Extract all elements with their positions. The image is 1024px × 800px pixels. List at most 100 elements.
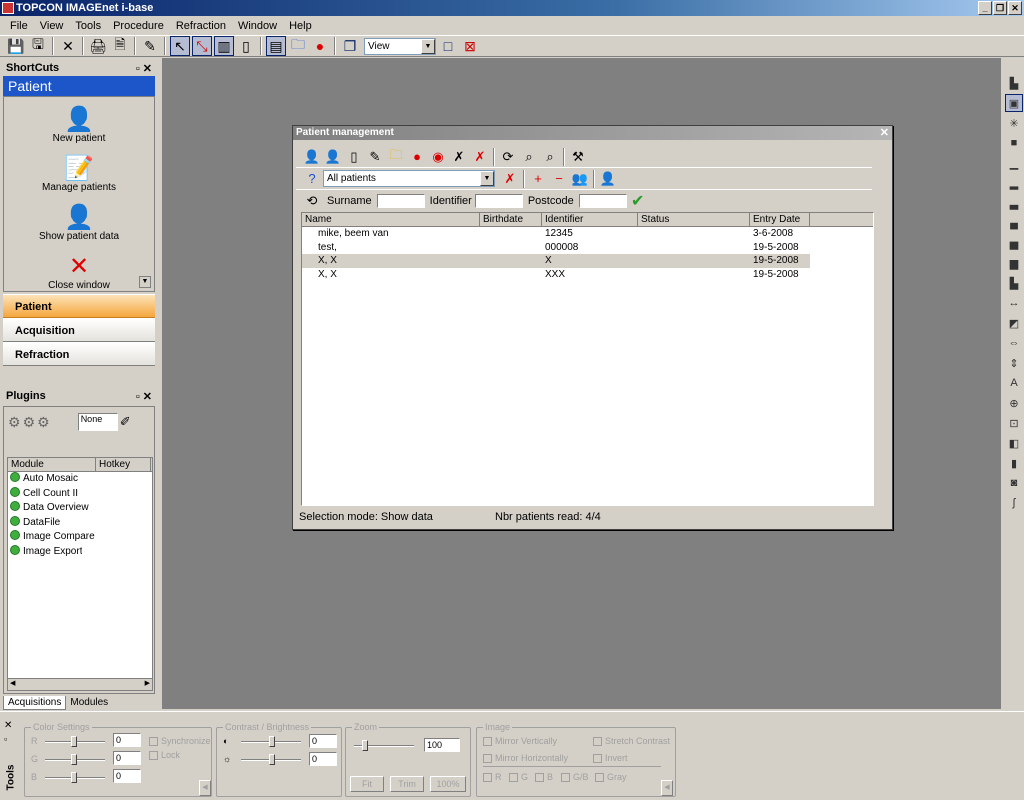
scroll-down-icon[interactable]: ▼ (139, 276, 151, 288)
patient-folder-icon[interactable]: 🗀 (288, 36, 308, 56)
compare-icon[interactable]: ◧ (1005, 434, 1023, 452)
delete-icon[interactable]: ✕ (58, 36, 78, 56)
window-single-icon[interactable]: □ (438, 36, 458, 56)
horizontal-arrows-icon[interactable]: ⇔ (1005, 334, 1023, 352)
tab-acquisitions[interactable]: Acquisitions (3, 696, 67, 710)
capture-icon[interactable]: ● (310, 36, 330, 56)
panel-close-icon[interactable]: ▫ ✕ (136, 62, 152, 75)
print-icon[interactable]: 🖨 (88, 36, 108, 56)
restore-icon[interactable]: ▫ (4, 734, 7, 744)
pointer-icon[interactable]: ↖ (170, 36, 190, 56)
channel-gray-checkbox[interactable]: Gray (595, 772, 627, 782)
link-patient-icon[interactable]: 👤 (598, 169, 618, 189)
search-icon[interactable]: ⌕ (540, 147, 560, 167)
menu-tools[interactable]: Tools (69, 17, 107, 35)
b-value[interactable]: 0 (113, 769, 141, 783)
columns-icon[interactable]: ▥ (214, 36, 234, 56)
table-row[interactable]: X, X XXX 19-5-2008 (302, 268, 810, 282)
diagonal-icon[interactable]: ◩ (1005, 314, 1023, 332)
menu-view[interactable]: View (34, 17, 70, 35)
brightness-icon[interactable]: ✳ (1005, 114, 1023, 132)
new-patient-shortcut[interactable]: 👤 New patient (4, 97, 154, 146)
horizontal-scrollbar[interactable]: ◀ ▶ (8, 678, 152, 690)
collapse-icon[interactable]: ◀ (199, 780, 211, 796)
print-preview-icon[interactable]: 🗎 (110, 36, 130, 56)
remove-filter-icon[interactable]: ✗ (500, 169, 520, 189)
nav-acquisition[interactable]: Acquisition (3, 318, 155, 342)
group-icon[interactable]: 👥 (570, 169, 590, 189)
remove-patient-icon[interactable]: ✗ (449, 147, 469, 167)
level-icon[interactable]: ▂ (1005, 174, 1023, 192)
contrast-slider[interactable] (241, 736, 301, 747)
document-icon[interactable]: ▯ (344, 147, 364, 167)
zoom-icon[interactable]: ⊡ (1005, 414, 1023, 432)
col-name[interactable]: Name (302, 213, 480, 226)
level-icon[interactable]: ▆ (1005, 254, 1023, 272)
r-value[interactable]: 0 (113, 733, 141, 747)
plugin-module-item[interactable]: DataFile (8, 515, 152, 531)
plugin-tool-icon[interactable]: ⚙ (23, 414, 36, 431)
close-window-shortcut[interactable]: ✕ Close window (4, 244, 154, 293)
tools-icon[interactable]: ⚒ (568, 147, 588, 167)
col-hotkey[interactable]: Hotkey (96, 458, 151, 471)
plugin-tool-icon[interactable]: ⚙ (8, 414, 21, 431)
patient-folder-icon[interactable]: 🗀 (386, 147, 406, 167)
fit-button[interactable]: Fit (350, 776, 384, 792)
tab-modules[interactable]: Modules (66, 696, 112, 710)
postcode-input[interactable] (578, 194, 627, 208)
level-icon[interactable]: ▄ (1005, 214, 1023, 232)
show-patient-data-shortcut[interactable]: 👤 Show patient data (4, 195, 154, 244)
zoom-100-button[interactable]: 100% (430, 776, 466, 792)
histogram-icon[interactable]: ▙ (1005, 274, 1023, 292)
zoom-slider[interactable] (354, 740, 414, 751)
view-combo[interactable]: View ▼ (364, 37, 436, 55)
histogram-icon[interactable]: ▙ (1005, 74, 1023, 92)
image-panel-icon[interactable]: ▣ (1005, 94, 1023, 112)
help-patient-icon[interactable]: ? (302, 169, 322, 189)
table-row[interactable]: X, X X 19-5-2008 (302, 254, 810, 268)
mirror-vertically-checkbox[interactable]: Mirror Vertically (483, 736, 557, 746)
close-icon[interactable]: ✕ (880, 126, 889, 140)
brightness-value[interactable]: 0 (309, 752, 337, 766)
trim-button[interactable]: Trim (390, 776, 424, 792)
plugin-module-item[interactable]: Cell Count II (8, 486, 152, 502)
col-entry-date[interactable]: Entry Date (750, 213, 810, 226)
table-row[interactable]: mike, beem van 12345 3-6-2008 (302, 227, 810, 241)
stretch-contrast-checkbox[interactable]: Stretch Contrast (593, 736, 670, 746)
report-icon[interactable]: ▤ (266, 36, 286, 56)
record-icon[interactable]: ● (407, 147, 427, 167)
r-slider[interactable] (45, 736, 105, 747)
channel-r-checkbox[interactable]: R (483, 772, 502, 782)
col-status[interactable]: Status (638, 213, 750, 226)
plugin-module-item[interactable]: Auto Mosaic (8, 472, 152, 487)
channel-gb-checkbox[interactable]: G/B (561, 772, 589, 782)
mirror-horizontally-checkbox[interactable]: Mirror Horizontally (483, 753, 568, 763)
delete-patient-icon[interactable]: ✗ (470, 147, 490, 167)
level-icon[interactable]: ▁ (1005, 154, 1023, 172)
save-icon[interactable]: 💾 (6, 36, 26, 56)
menu-refraction[interactable]: Refraction (170, 17, 232, 35)
view-icon[interactable]: ◉ (428, 147, 448, 167)
text-icon[interactable]: A (1005, 374, 1023, 392)
synchronize-checkbox[interactable]: Synchronize (149, 736, 211, 746)
nav-refraction[interactable]: Refraction (3, 342, 155, 366)
nav-patient[interactable]: Patient (3, 294, 155, 318)
remove-from-group-icon[interactable]: − (549, 169, 569, 189)
menu-window[interactable]: Window (232, 17, 283, 35)
ear-icon[interactable]: ʃ (1005, 494, 1023, 512)
menu-file[interactable]: File (4, 17, 34, 35)
plugin-module-item[interactable]: Image Compare (8, 530, 152, 545)
check-icon[interactable]: ✔ (628, 191, 648, 211)
lock-checkbox[interactable]: Lock (149, 750, 180, 760)
col-identifier[interactable]: Identifier (542, 213, 638, 226)
camera-icon[interactable]: ◙ (1005, 474, 1023, 492)
window-close-icon[interactable]: ⊠ (460, 36, 480, 56)
minimize-button[interactable]: _ (978, 1, 992, 15)
vertical-arrows-icon[interactable]: ⇕ (1005, 354, 1023, 372)
g-value[interactable]: 0 (113, 751, 141, 765)
identifier-input[interactable] (474, 194, 523, 208)
close-icon[interactable]: ✕ (4, 720, 12, 731)
gray-fill-icon[interactable]: ■ (1005, 134, 1023, 152)
clip-icon[interactable]: ▮ (1005, 454, 1023, 472)
collapse-icon[interactable]: ◀ (661, 780, 673, 796)
